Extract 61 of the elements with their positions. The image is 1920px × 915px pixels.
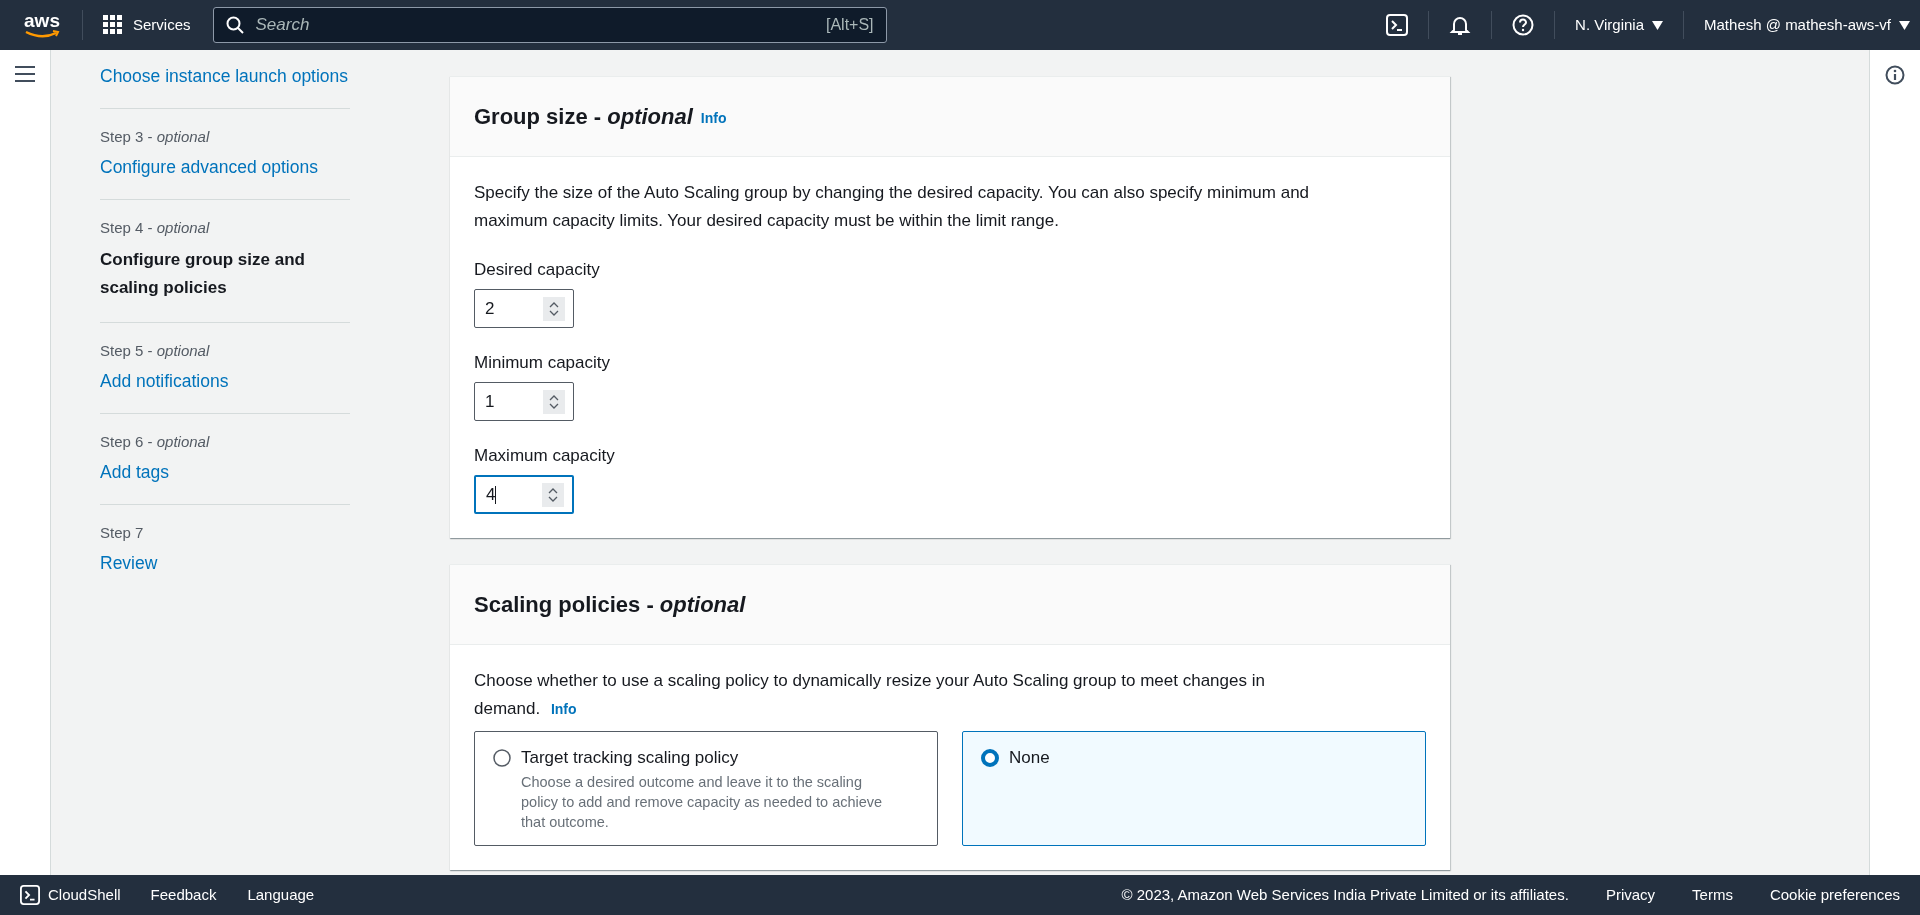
region-menu[interactable]: N. Virginia: [1575, 13, 1664, 37]
radio-button-icon: [981, 749, 999, 767]
stepper-icon[interactable]: [543, 296, 565, 321]
terminal-icon: [20, 885, 40, 905]
shortcut-hint: [Alt+S]: [825, 15, 874, 35]
option-description: Choose a desired outcome and leave it to the scaling policy to add and remove capacity as needed to achieve that outcome.: [521, 773, 884, 832]
footer-link[interactable]: Privacy: [1605, 883, 1656, 907]
stepper-icon[interactable]: [543, 389, 565, 414]
step-link[interactable]: Add tags: [100, 460, 350, 484]
input-value: 1: [485, 390, 496, 413]
input-value: 2: [485, 297, 496, 320]
current-step: Configure group size and scaling policies: [100, 246, 350, 302]
number-input[interactable]: 2: [474, 289, 574, 328]
account-menu[interactable]: Mathesh @ mathesh-aws-vf: [1704, 13, 1910, 37]
input-value: 4: [486, 483, 498, 507]
services-button[interactable]: Services: [103, 13, 191, 37]
info-link[interactable]: Info: [700, 108, 727, 129]
step-link[interactable]: Review: [100, 551, 350, 575]
step-label: Step 6 - optional: [100, 432, 211, 452]
caret-icon: [1652, 20, 1664, 30]
field-label: Minimum capacity: [474, 352, 612, 374]
card-title: Scaling policies - optional: [474, 591, 746, 619]
policy-option-tile[interactable]: None: [962, 731, 1426, 846]
copyright-text: © 2023, Amazon Web Services India Private Limited or its affiliates.: [1121, 884, 1569, 905]
footer-link[interactable]: Cookie preferences: [1769, 883, 1900, 907]
step-link[interactable]: Configure advanced options: [100, 155, 350, 179]
caret-icon: [1899, 20, 1910, 30]
menu-icon[interactable]: [15, 66, 35, 82]
search-field[interactable]: Search [Alt+S]: [212, 7, 887, 43]
info-link[interactable]: Info: [550, 701, 577, 717]
footer-link[interactable]: Terms: [1692, 883, 1733, 907]
card-title: Group size - optional: [474, 103, 693, 131]
step-label: Step 7: [100, 523, 145, 543]
bell-icon[interactable]: [1449, 14, 1472, 36]
number-input[interactable]: 1: [474, 382, 574, 421]
radio-button-icon: [493, 749, 511, 767]
option-label: Target tracking scaling policy: [521, 747, 740, 769]
smile-arrow-icon: [24, 30, 60, 38]
step-label: Step 5 - optional: [100, 341, 211, 361]
feedback-link[interactable]: Feedback: [150, 883, 217, 907]
description-text: Specify the size of the Auto Scaling group by changing the desired capacity. You can also specify minimum and maximum capacity limits. Your desired capacity must be within the limit range.: [474, 182, 1311, 232]
step-link[interactable]: Choose instance launch options: [100, 64, 350, 88]
info-icon[interactable]: [1885, 65, 1905, 85]
number-input[interactable]: 4: [474, 475, 574, 514]
cloudshell-button[interactable]: CloudShell: [20, 883, 121, 907]
step-link[interactable]: Add notifications: [100, 369, 350, 393]
grid-icon: [103, 15, 123, 35]
description-text: Choose whether to use a scaling policy to dynamically resize your Auto Scaling group to meet changes in demand. Info: [474, 670, 1266, 720]
terminal-icon[interactable]: [1386, 14, 1409, 36]
field-label: Maximum capacity: [474, 445, 616, 467]
search-input[interactable]: Search: [255, 12, 814, 38]
help-icon[interactable]: [1512, 14, 1535, 36]
language-link[interactable]: Language: [247, 883, 315, 907]
policy-option-tile[interactable]: Target tracking scaling policy Choose a desired outcome and leave it to the scaling policy to add and remove capacity as needed to achieve that outcome.: [474, 731, 938, 846]
field-label: Desired capacity: [474, 259, 601, 281]
step-label: Step 3 - optional: [100, 127, 211, 147]
stepper-icon[interactable]: [542, 482, 564, 507]
option-label: None: [1009, 747, 1050, 769]
search-icon: [225, 16, 244, 34]
logo[interactable]: aws: [24, 12, 60, 30]
step-label: Step 4 - optional: [100, 218, 211, 238]
